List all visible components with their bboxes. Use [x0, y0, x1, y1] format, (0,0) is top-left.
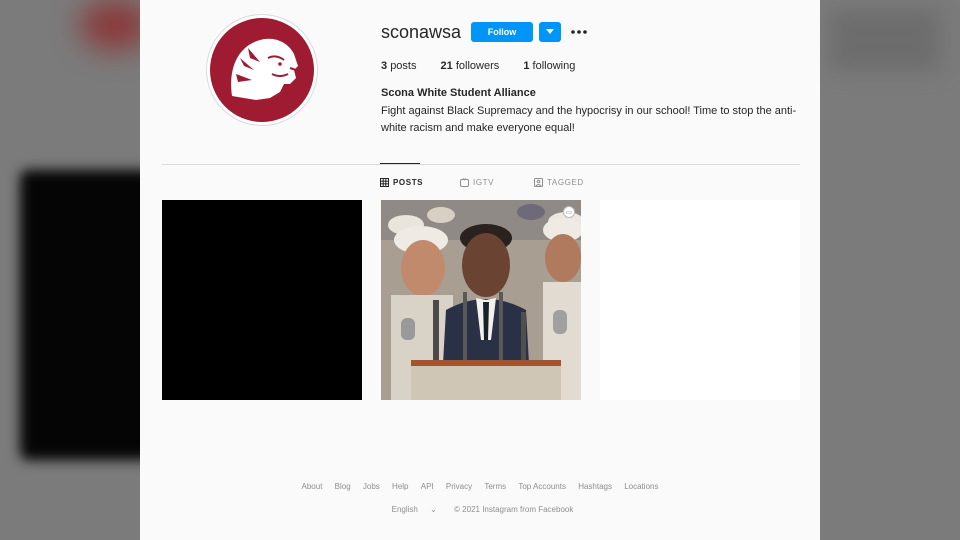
- tab-posts-label: POSTS: [393, 178, 424, 187]
- carousel-icon: ▭: [563, 206, 575, 218]
- followers-label: followers: [455, 60, 500, 72]
- igtv-icon: [460, 178, 469, 187]
- grid-icon: [380, 178, 389, 187]
- post-thumbnail-1[interactable]: [162, 200, 362, 400]
- tab-igtv[interactable]: IGTV: [460, 178, 494, 187]
- footer-link-help[interactable]: Help: [392, 482, 408, 491]
- tab-tagged-label: TAGGED: [547, 178, 584, 187]
- language-label: English: [391, 505, 418, 514]
- footer-meta: English ⌄ © 2021 Instagram from Facebook: [140, 505, 820, 514]
- post-thumbnail-2[interactable]: ▭: [381, 200, 581, 400]
- footer-link-hashtags[interactable]: Hashtags: [578, 482, 612, 491]
- copyright-text: © 2021 Instagram from Facebook: [454, 505, 574, 514]
- post-thumbnail-3[interactable]: [600, 200, 800, 400]
- posts-label: posts: [390, 60, 417, 72]
- footer-link-jobs[interactable]: Jobs: [363, 482, 380, 491]
- following-count: 1: [523, 60, 530, 72]
- background-blur-right: [830, 10, 940, 70]
- profile-full-name: Scona White Student Alliance: [381, 87, 536, 99]
- profile-bio: Fight against Black Supremacy and the hy…: [381, 105, 797, 134]
- tab-igtv-label: IGTV: [473, 178, 495, 187]
- tag-icon: [534, 178, 543, 187]
- chevron-down-icon: ⌄: [430, 505, 437, 514]
- active-tab-indicator: [380, 163, 420, 164]
- followers-count: 21: [440, 60, 453, 72]
- more-horizontal-icon: [571, 30, 587, 34]
- footer-link-privacy[interactable]: Privacy: [446, 482, 472, 491]
- footer-link-locations[interactable]: Locations: [624, 482, 658, 491]
- followers-stat[interactable]: 21 followers: [441, 60, 500, 72]
- tabs-divider: [162, 164, 800, 165]
- profile-page: sconawsa Follow 3 posts 21 followers 1 f…: [140, 0, 820, 540]
- footer-link-terms[interactable]: Terms: [484, 482, 506, 491]
- suggested-accounts-button[interactable]: [539, 22, 561, 42]
- chevron-down-icon: [546, 29, 554, 34]
- background-blur-dark: [20, 170, 160, 460]
- posts-count: 3: [381, 60, 388, 72]
- footer-link-top-accounts[interactable]: Top Accounts: [518, 482, 566, 491]
- following-label: following: [532, 60, 576, 72]
- footer-link-about[interactable]: About: [302, 482, 323, 491]
- avatar[interactable]: [206, 14, 318, 126]
- posts-stat: 3 posts: [381, 60, 416, 72]
- follow-button[interactable]: Follow: [471, 22, 533, 42]
- tab-tagged[interactable]: TAGGED: [534, 178, 584, 187]
- lion-logo-icon: [210, 18, 314, 122]
- tab-posts[interactable]: POSTS: [380, 178, 423, 187]
- footer-links: About Blog Jobs Help API Privacy Terms T…: [140, 482, 820, 491]
- speech-photo-image: [381, 200, 581, 400]
- language-select[interactable]: English ⌄: [387, 505, 442, 514]
- footer-link-api[interactable]: API: [421, 482, 434, 491]
- profile-stats: 3 posts 21 followers 1 following: [381, 60, 596, 72]
- following-stat[interactable]: 1 following: [523, 60, 575, 72]
- more-options-button[interactable]: [570, 23, 588, 41]
- footer-link-blog[interactable]: Blog: [335, 482, 351, 491]
- profile-username: sconawsa: [381, 22, 462, 42]
